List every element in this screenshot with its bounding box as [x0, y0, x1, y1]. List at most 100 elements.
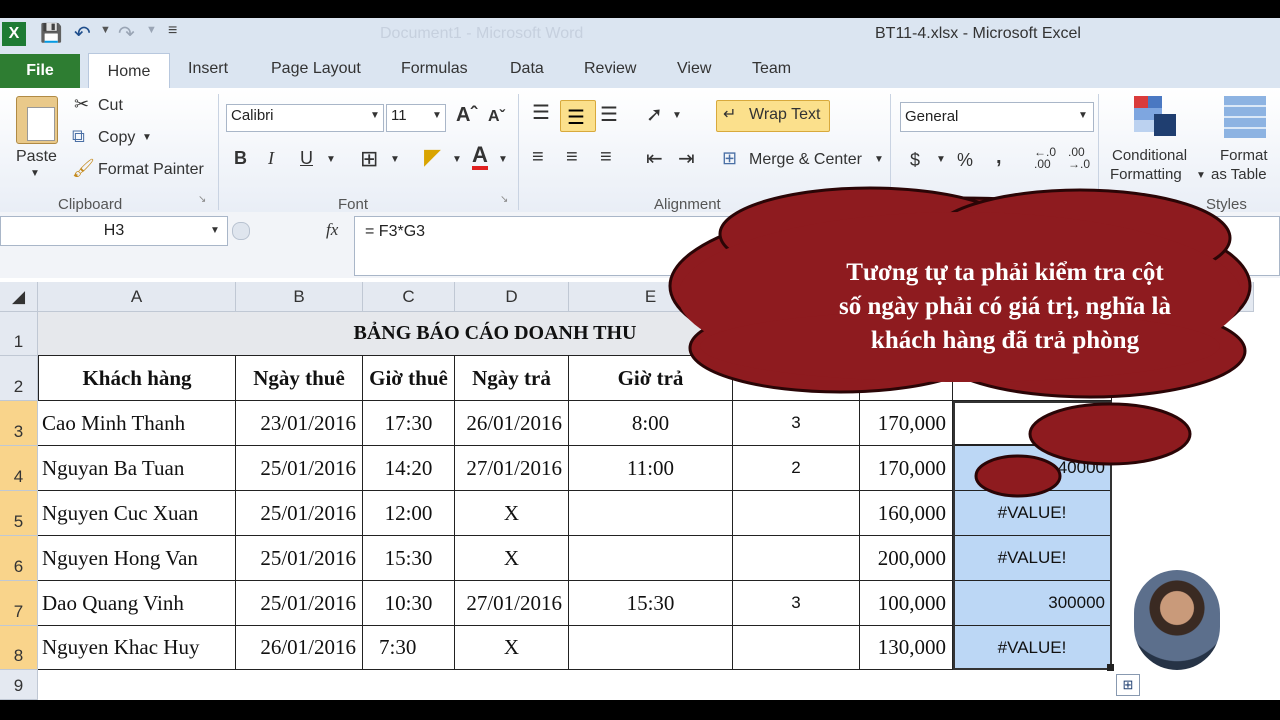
table-cell[interactable]: Cao Minh Thanh: [38, 401, 236, 446]
table-cell[interactable]: 3: [733, 581, 860, 626]
italic-button[interactable]: I: [268, 148, 274, 169]
tab-insert[interactable]: Insert: [188, 60, 228, 78]
table-cell[interactable]: #VALUE!: [953, 626, 1112, 670]
undo-icon[interactable]: ↶: [74, 21, 91, 46]
formula-bar-handle-icon[interactable]: [232, 222, 250, 240]
table-cell[interactable]: Nguyen Cuc Xuan: [38, 491, 236, 536]
borders-icon[interactable]: ⊞: [360, 146, 378, 172]
grow-font-icon[interactable]: Aˆ: [456, 104, 477, 127]
align-right-icon[interactable]: ≡: [600, 146, 612, 169]
align-bottom-icon[interactable]: ☰: [600, 102, 618, 127]
format-painter-button[interactable]: Format Painter: [98, 161, 204, 179]
currency-dropdown-icon[interactable]: ▼: [936, 154, 946, 165]
number-format-select[interactable]: General: [900, 102, 1094, 132]
increase-decimal-icon[interactable]: ←.0.00: [1034, 146, 1056, 170]
row-header-6[interactable]: 6: [0, 536, 38, 581]
table-cell[interactable]: Nguyen Hong Van: [38, 536, 236, 581]
table-cell[interactable]: Dao Quang Vinh: [38, 581, 236, 626]
fill-handle[interactable]: [1107, 664, 1114, 671]
table-cell[interactable]: [733, 626, 860, 670]
align-center-icon[interactable]: ≡: [566, 146, 578, 169]
row-header-4[interactable]: 4: [0, 446, 38, 491]
name-box-dropdown-icon[interactable]: ▼: [210, 225, 220, 236]
comma-button[interactable]: ,: [996, 146, 1002, 169]
merge-center-button[interactable]: Merge & Center: [749, 151, 862, 169]
table-cell[interactable]: 10:30: [363, 581, 455, 626]
font-name-dropdown-icon[interactable]: ▼: [370, 110, 380, 121]
wrap-text-button[interactable]: ↵ Wrap Text: [716, 100, 830, 132]
insert-function-button[interactable]: fx: [326, 220, 338, 240]
tab-data[interactable]: Data: [510, 60, 544, 78]
table-cell[interactable]: [569, 536, 733, 581]
table-cell[interactable]: 200,000: [860, 536, 953, 581]
table-cell[interactable]: 7:30: [363, 626, 455, 670]
conditional-formatting-icon[interactable]: [1134, 96, 1176, 138]
column-header-d[interactable]: D: [455, 282, 569, 312]
font-color-icon[interactable]: A: [472, 144, 488, 170]
table-cell[interactable]: 26/01/2016: [455, 401, 569, 446]
table-cell[interactable]: X: [455, 626, 569, 670]
font-launcher-icon[interactable]: ↘: [500, 194, 508, 205]
number-format-dropdown-icon[interactable]: ▼: [1078, 110, 1088, 121]
orientation-icon[interactable]: ➚: [646, 102, 663, 127]
conditional-formatting-label[interactable]: Conditional: [1112, 147, 1187, 164]
paste-icon[interactable]: [16, 96, 58, 144]
clipboard-launcher-icon[interactable]: ↘: [198, 194, 206, 205]
table-cell[interactable]: X: [455, 536, 569, 581]
font-color-dropdown-icon[interactable]: ▼: [498, 154, 508, 165]
orientation-dropdown-icon[interactable]: ▼: [672, 110, 682, 121]
align-top-icon[interactable]: ☰: [532, 100, 550, 125]
header-cell-khach-hang[interactable]: Khách hàng: [38, 356, 236, 401]
tab-view[interactable]: View: [677, 60, 711, 78]
underline-button[interactable]: U: [300, 148, 313, 169]
align-left-icon[interactable]: ≡: [532, 146, 544, 169]
fill-color-dropdown-icon[interactable]: ▼: [452, 154, 462, 165]
table-cell[interactable]: 23/01/2016: [236, 401, 363, 446]
format-as-table-icon[interactable]: [1224, 96, 1266, 138]
table-cell[interactable]: Nguyen Khac Huy: [38, 626, 236, 670]
table-cell[interactable]: [569, 626, 733, 670]
tab-review[interactable]: Review: [584, 60, 636, 78]
table-cell[interactable]: 25/01/2016: [236, 491, 363, 536]
format-as-table-label[interactable]: Format: [1220, 147, 1268, 164]
table-cell[interactable]: 130,000: [860, 626, 953, 670]
underline-dropdown-icon[interactable]: ▼: [326, 154, 336, 165]
undo-dropdown-icon[interactable]: ▼: [100, 24, 111, 36]
row-header-8[interactable]: 8: [0, 626, 38, 670]
header-cell-gio-thue[interactable]: Giờ thuê: [363, 356, 455, 401]
fill-color-icon[interactable]: ◤: [424, 144, 441, 170]
row-header-7[interactable]: 7: [0, 581, 38, 626]
table-cell[interactable]: 25/01/2016: [236, 446, 363, 491]
shrink-font-icon[interactable]: Aˇ: [488, 108, 505, 126]
tab-team[interactable]: Team: [752, 60, 791, 78]
row-header-1[interactable]: 1: [0, 312, 38, 356]
table-cell[interactable]: 15:30: [569, 581, 733, 626]
decrease-indent-icon[interactable]: ⇤: [646, 146, 663, 171]
borders-dropdown-icon[interactable]: ▼: [390, 154, 400, 165]
row-header-5[interactable]: 5: [0, 491, 38, 536]
formula-input[interactable]: = F3*G3: [365, 223, 425, 241]
table-cell[interactable]: 25/01/2016: [236, 536, 363, 581]
table-cell[interactable]: 25/01/2016: [236, 581, 363, 626]
table-cell[interactable]: 100,000: [860, 581, 953, 626]
tab-formulas[interactable]: Formulas: [401, 60, 468, 78]
table-cell[interactable]: 26/01/2016: [236, 626, 363, 670]
save-icon[interactable]: 💾: [40, 23, 62, 44]
conditional-formatting-label-2[interactable]: Formatting: [1110, 166, 1182, 183]
table-cell[interactable]: Nguyan Ba Tuan: [38, 446, 236, 491]
column-header-a[interactable]: A: [38, 282, 236, 312]
table-cell[interactable]: [733, 536, 860, 581]
table-cell[interactable]: 12:00: [363, 491, 455, 536]
column-header-b[interactable]: B: [236, 282, 363, 312]
header-cell-ngay-tra[interactable]: Ngày trả: [455, 356, 569, 401]
table-cell[interactable]: 27/01/2016: [455, 446, 569, 491]
tab-file[interactable]: File: [0, 54, 80, 88]
column-header-c[interactable]: C: [363, 282, 455, 312]
font-size-dropdown-icon[interactable]: ▼: [432, 110, 442, 121]
table-cell[interactable]: 17:30: [363, 401, 455, 446]
tab-home[interactable]: Home: [88, 53, 170, 89]
row-header-9[interactable]: 9: [0, 670, 38, 700]
cut-button[interactable]: Cut: [98, 97, 123, 115]
redo-icon[interactable]: ↷: [118, 21, 135, 46]
row-header-2[interactable]: 2: [0, 356, 38, 401]
